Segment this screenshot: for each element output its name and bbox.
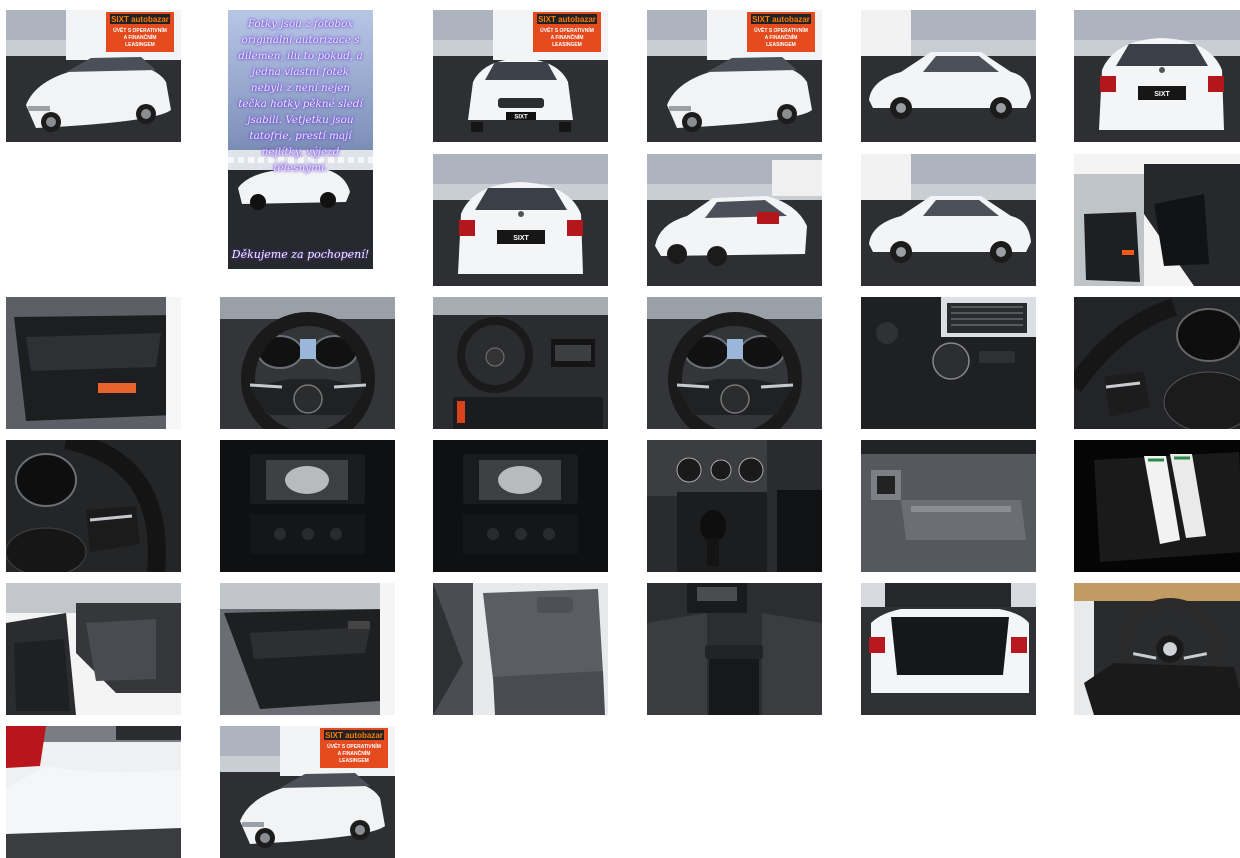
gallery-photo-dashboard[interactable] [433,297,608,429]
dealer-sign-line: ÚVĚT S OPERATIVNÍM [113,26,167,34]
gallery-photo-steering-wheel-detail[interactable] [1074,297,1240,429]
gallery-photo-car-rear[interactable]: SIXT [1074,10,1240,142]
dealer-sign-line: A FINANČNÍM [551,33,584,41]
dealer-sign-line: ÚVĚT S OPERATIVNÍM [327,742,381,750]
dealer-sign-line: A FINANČNÍM [338,749,371,757]
gallery-photo-car-rear-three-quarter[interactable] [647,154,822,286]
gallery-photo-instrument-cluster[interactable] [6,440,181,572]
gallery-photo-car-side[interactable] [861,10,1036,142]
gallery-photo-steering-wheel[interactable] [220,297,395,429]
gallery-photo-rear-seats[interactable] [433,583,608,715]
dealer-sign-line: LEASINGEM [552,42,582,48]
gallery-photo-car-front-three-quarter[interactable]: SIXT autobazar ÚVĚT S OPERATIVNÍM A FINA… [647,10,822,142]
gallery-photo-car-side[interactable] [861,154,1036,286]
dealer-sign-line: A FINANČNÍM [765,33,798,41]
gallery-photo-infotainment-screen[interactable] [220,440,395,572]
gallery-photo-door-panel[interactable] [6,297,181,429]
gallery-photo-manuals[interactable] [1074,440,1240,572]
gallery-photo-glovebox[interactable] [861,440,1036,572]
gallery-photo-infotainment-screen[interactable] [433,440,608,572]
dealer-logo: SIXT autobazar [752,15,810,24]
license-plate: SIXT [514,115,528,121]
gallery-photo-rear-bumper[interactable] [6,726,181,858]
gallery-photo-interior-open-door[interactable] [1074,154,1240,286]
gallery-photo-center-console[interactable] [647,583,822,715]
dealer-sign-line: LEASINGEM [339,758,369,764]
promo-thanks: Děkujeme za pochopení! [231,248,370,261]
license-plate: SIXT [1154,91,1170,98]
dealer-sign-line: LEASINGEM [766,42,796,48]
gallery-photo-light-switch[interactable] [861,297,1036,429]
gallery-promo-card[interactable]: Fotky jsou z fotobox originální autoriza… [228,10,373,269]
dealer-logo: SIXT autobazar [325,731,383,740]
license-plate: SIXT [513,235,529,242]
dealer-sign-line: ÚVĚT S OPERATIVNÍM [540,26,594,34]
gallery-photo-car-front[interactable]: SIXT autobazar ÚVĚT S OPERATIVNÍM A FINA… [433,10,608,142]
gallery-photo-spare-wheel[interactable] [1074,583,1240,715]
gallery-photo-car-front-three-quarter[interactable]: SIXT autobazar ÚVĚT S OPERATIVNÍM A FINA… [220,726,395,858]
gallery-photo-rear-door-panel[interactable] [220,583,395,715]
dealer-sign-line: LEASINGEM [125,42,155,48]
dealer-sign-line: A FINANČNÍM [124,33,157,41]
gallery-photo-rear-seats-open-door[interactable] [6,583,181,715]
promo-message: Fotky jsou z fotobox originální autoriza… [238,18,363,174]
gallery-photo-open-trunk[interactable] [861,583,1036,715]
dealer-logo: SIXT autobazar [538,15,596,24]
dealer-logo: SIXT autobazar [111,15,169,24]
dealer-sign-line: ÚVĚT S OPERATIVNÍM [754,26,808,34]
gallery-photo-gear-shifter[interactable] [647,440,822,572]
gallery-photo-car-rear[interactable]: SIXT [433,154,608,286]
gallery-photo-car-front-three-quarter[interactable]: SIXT autobazar ÚVĚT S OPERATIVNÍM A FINA… [6,10,181,142]
gallery-photo-steering-wheel[interactable] [647,297,822,429]
